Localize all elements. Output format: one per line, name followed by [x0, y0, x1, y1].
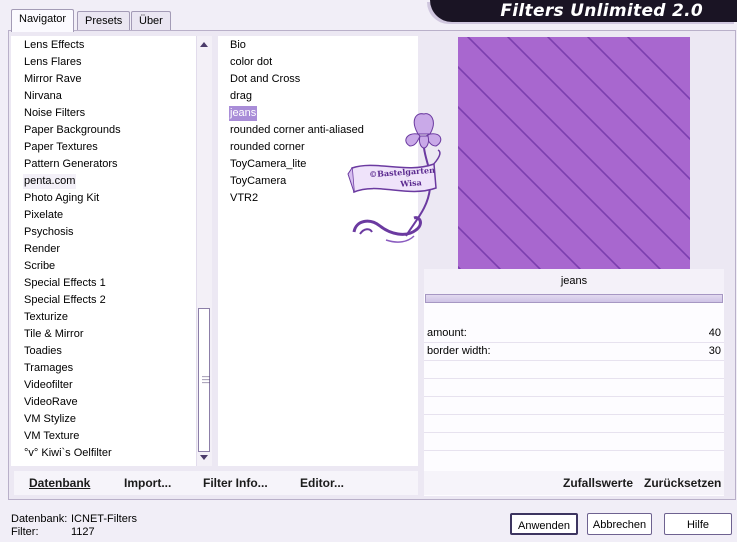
action-bar-left: Datenbank Import... Filter Info... Edito… — [14, 471, 418, 495]
category-item[interactable]: Mirror Rave — [23, 72, 82, 87]
title-banner: Filters Unlimited 2.0 — [430, 0, 737, 22]
category-item[interactable]: Pixelate — [23, 208, 64, 223]
reset-button[interactable]: Zurücksetzen — [644, 476, 721, 490]
grid-line — [424, 432, 724, 433]
help-button[interactable]: Hilfe — [664, 513, 732, 535]
category-item[interactable]: Special Effects 2 — [23, 293, 107, 308]
filter-item[interactable]: color dot — [229, 55, 273, 70]
status-db-value: ICNET-Filters — [71, 513, 137, 525]
filter-item-selected[interactable]: jeans — [229, 106, 258, 121]
filter-item[interactable]: ToyCamera_lite — [229, 157, 307, 172]
editor-button[interactable]: Editor... — [300, 476, 344, 490]
filter-item[interactable]: rounded corner anti-aliased — [229, 123, 365, 138]
filter-item[interactable]: VTR2 — [229, 191, 259, 206]
parameter-label: amount: — [427, 327, 467, 339]
parameter-value[interactable]: 30 — [709, 343, 721, 360]
grid-line — [424, 378, 724, 379]
filter-info-button[interactable]: Filter Info... — [203, 476, 268, 490]
category-item[interactable]: Nirvana — [23, 89, 63, 104]
category-item[interactable]: Special Effects 1 — [23, 276, 107, 291]
parameter-filter-name: jeans — [424, 269, 724, 294]
filter-item[interactable]: rounded corner — [229, 140, 306, 155]
status-filter-label: Filter: — [11, 526, 39, 538]
apply-button[interactable]: Anwenden — [510, 513, 578, 535]
grid-line — [424, 450, 724, 451]
scroll-down-icon[interactable] — [200, 455, 208, 460]
parameter-panel: jeans amount: 40 border width: 30 — [424, 269, 724, 496]
parameter-label: border width: — [427, 345, 491, 357]
tab-about[interactable]: Über — [131, 11, 171, 31]
category-item[interactable]: Pattern Generators — [23, 157, 119, 172]
parameter-row-border-width[interactable]: border width: 30 — [424, 343, 724, 361]
filter-item[interactable]: drag — [229, 89, 253, 104]
category-item[interactable]: Tile & Mirror — [23, 327, 84, 342]
category-item[interactable]: Toadies — [23, 344, 63, 359]
category-item[interactable]: VideoRave — [23, 395, 79, 410]
scroll-thumb[interactable]: ― ― ― — [198, 308, 210, 452]
category-item[interactable]: Noise Filters — [23, 106, 86, 121]
parameter-row-amount[interactable]: amount: 40 — [424, 325, 724, 343]
grid-line — [424, 414, 724, 415]
app-title: Filters Unlimited 2.0 — [500, 1, 703, 21]
filter-item[interactable]: Bio — [229, 38, 247, 53]
category-scrollbar[interactable]: ― ― ― — [196, 36, 212, 466]
category-item[interactable]: VM Stylize — [23, 412, 77, 427]
category-item[interactable]: Lens Effects — [23, 38, 85, 53]
status-db-label: Datenbank: — [11, 513, 68, 525]
category-item[interactable]: Lens Flares — [23, 55, 82, 70]
filter-item[interactable]: Dot and Cross — [229, 72, 301, 87]
filter-item[interactable]: ToyCamera — [229, 174, 287, 189]
category-item[interactable]: Texturize — [23, 310, 69, 325]
cancel-button[interactable]: Abbrechen — [587, 513, 652, 535]
scroll-up-icon[interactable] — [200, 42, 208, 47]
category-item[interactable]: VM Texture — [23, 429, 80, 444]
parameter-progress-bar — [425, 294, 723, 303]
category-item[interactable]: Paper Textures — [23, 140, 99, 155]
category-item[interactable]: Paper Backgrounds — [23, 123, 122, 138]
tab-navigator[interactable]: Navigator — [11, 9, 75, 32]
category-item[interactable]: Scribe — [23, 259, 56, 274]
database-label: Datenbank — [29, 476, 91, 490]
category-item[interactable]: Photo Aging Kit — [23, 191, 100, 206]
category-item[interactable]: °v° Kiwi`s Oelfilter — [23, 446, 113, 461]
import-button[interactable]: Import... — [124, 476, 171, 490]
category-item[interactable]: Tramages — [23, 361, 74, 376]
filter-preview — [458, 37, 690, 269]
category-item[interactable]: Psychosis — [23, 225, 75, 240]
status-filter-value: 1127 — [71, 526, 95, 538]
tab-presets[interactable]: Presets — [77, 11, 131, 31]
category-list[interactable]: Lens Effects Lens Flares Mirror Rave Nir… — [11, 36, 211, 466]
category-item[interactable]: Render — [23, 242, 61, 257]
database-button[interactable]: Datenbank — [29, 476, 90, 490]
action-bar-right: Zufallswerte Zurücksetzen — [424, 471, 724, 495]
grid-line — [424, 396, 724, 397]
category-item[interactable]: Videofilter — [23, 378, 74, 393]
randomize-button[interactable]: Zufallswerte — [563, 476, 633, 490]
grip-icon: ― ― ― — [202, 372, 210, 387]
parameter-value[interactable]: 40 — [709, 325, 721, 342]
category-item-selected[interactable]: penta.com — [23, 174, 77, 189]
